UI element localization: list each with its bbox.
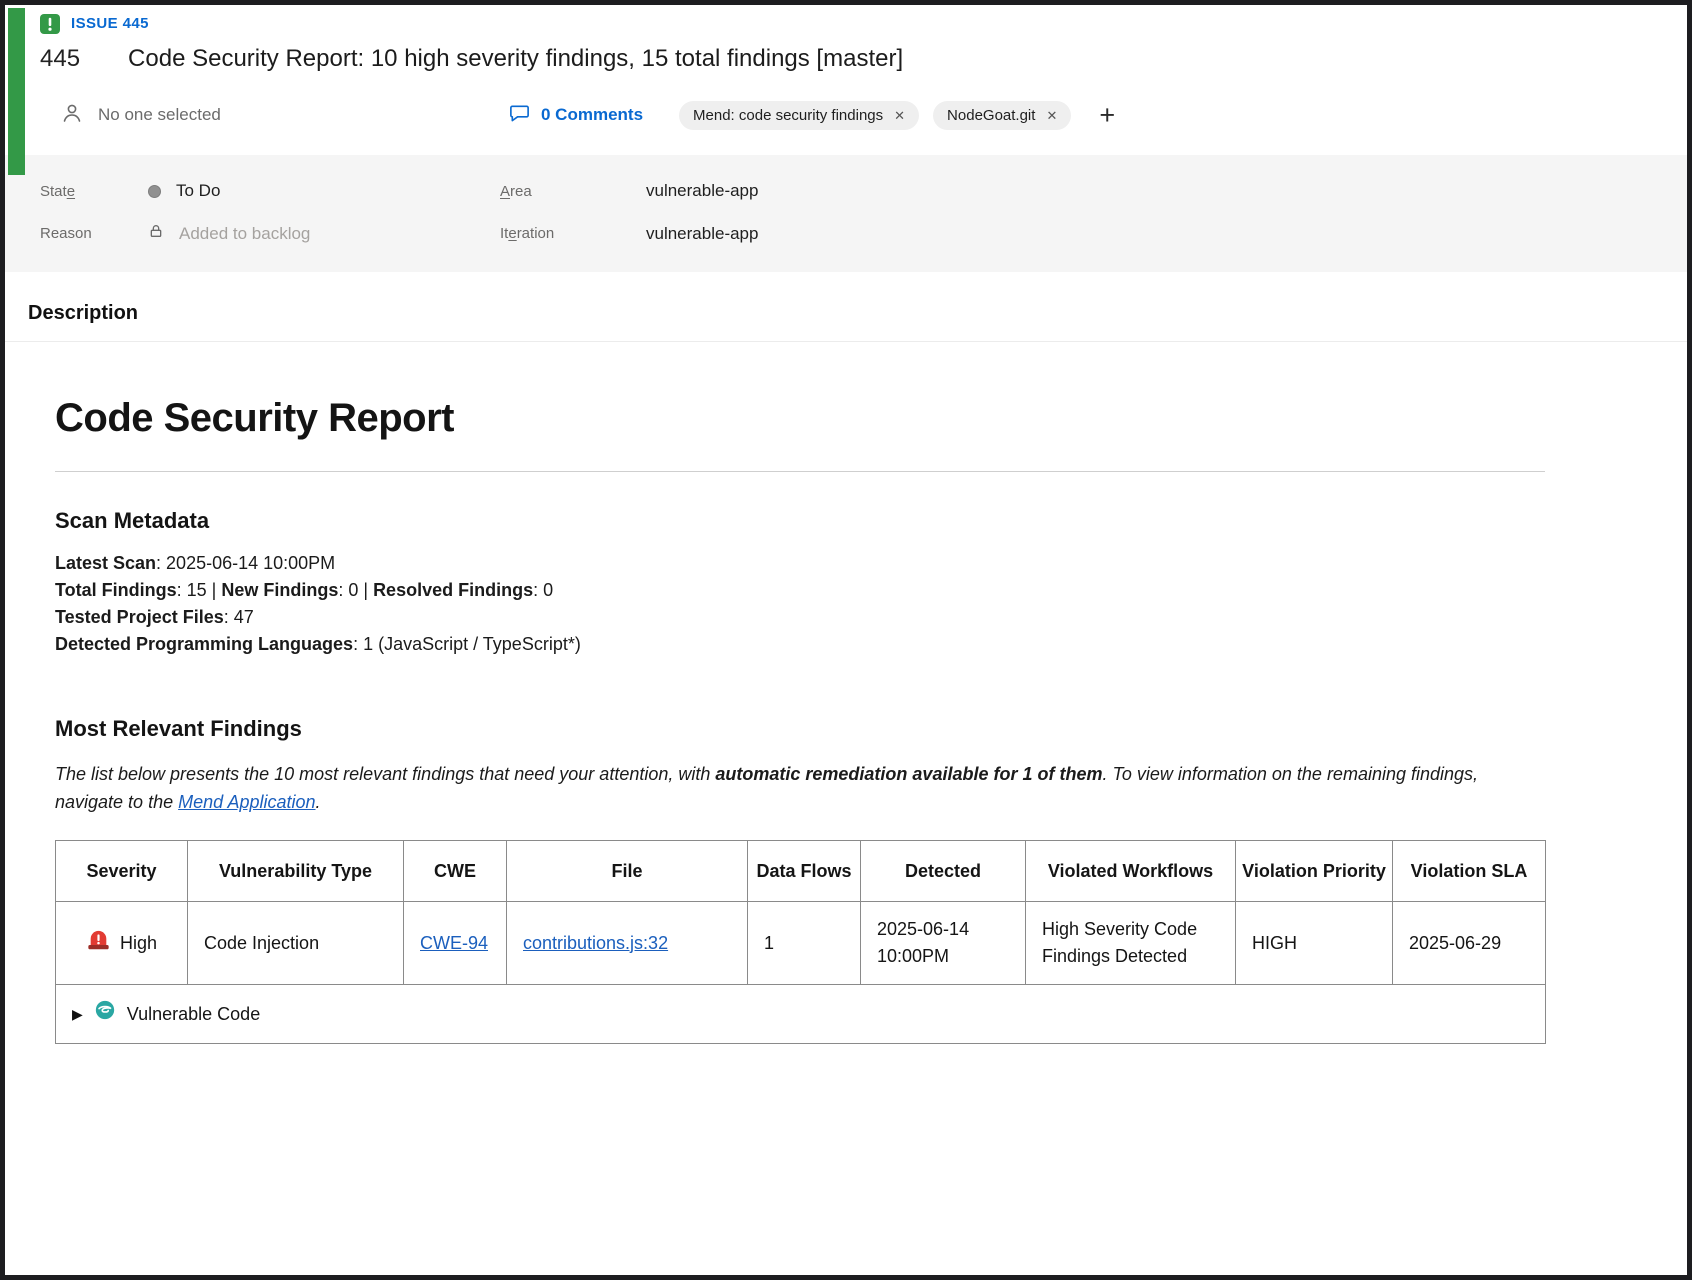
state-dot-icon <box>148 185 161 198</box>
tag-remove-icon[interactable]: ✕ <box>1046 109 1057 122</box>
assignee-placeholder: No one selected <box>98 105 221 125</box>
work-item-id: 445 <box>40 45 80 73</box>
tag-label: Mend: code security findings <box>693 107 883 124</box>
vulnerable-code-expander[interactable]: ▶ Vulnerable Code <box>72 999 1529 1029</box>
col-header-detected: Detected <box>861 841 1026 902</box>
area-field-value[interactable]: vulnerable-app <box>646 181 1687 201</box>
reason-field-value: Added to backlog <box>148 223 500 244</box>
area-field-label: Area <box>500 183 646 200</box>
severity-cell: High <box>56 902 188 985</box>
col-header-severity: Severity <box>56 841 188 902</box>
most-relevant-findings-heading: Most Relevant Findings <box>55 716 1550 742</box>
description-heading: Description <box>5 272 1687 342</box>
issue-type-icon <box>40 14 60 34</box>
iteration-field-value[interactable]: vulnerable-app <box>646 224 1687 244</box>
scan-metadata-text: Latest Scan: 2025-06-14 10:00PM Total Fi… <box>55 550 1545 658</box>
tag-pill[interactable]: NodeGoat.git ✕ <box>933 101 1071 130</box>
violated-workflows-cell: High Severity Code Findings Detected <box>1026 902 1236 985</box>
meta-row: No one selected 0 Comments Mend: code se… <box>40 97 1687 133</box>
tag-pill[interactable]: Mend: code security findings ✕ <box>679 101 919 130</box>
siren-icon <box>86 927 111 960</box>
cwe-link[interactable]: CWE-94 <box>420 933 488 953</box>
expander-row: ▶ Vulnerable Code <box>56 985 1546 1044</box>
col-header-data-flows: Data Flows <box>748 841 861 902</box>
fields-strip: State To Do Area vulnerable-app Reason A… <box>5 155 1687 272</box>
cwe-cell: CWE-94 <box>404 902 507 985</box>
table-header-row: Severity Vulnerability Type CWE File Dat… <box>56 841 1546 902</box>
vulnerability-type-cell: Code Injection <box>188 902 404 985</box>
col-header-violation-sla: Violation SLA <box>1393 841 1546 902</box>
comment-icon <box>508 101 531 129</box>
comments-label: 0 Comments <box>541 105 643 125</box>
add-tag-button[interactable]: + <box>1093 102 1121 129</box>
tag-label: NodeGoat.git <box>947 107 1035 124</box>
findings-intro-text: The list below presents the 10 most rele… <box>55 760 1545 816</box>
work-item-type-row: ISSUE 445 <box>40 5 1687 29</box>
state-field-label: State <box>40 183 148 200</box>
title-row: 445 Code Security Report: 10 high severi… <box>40 45 1687 73</box>
col-header-cwe: CWE <box>404 841 507 902</box>
report-title: Code Security Report <box>55 396 1550 441</box>
file-cell: contributions.js:32 <box>507 902 748 985</box>
description-body: Code Security Report Scan Metadata Lates… <box>5 396 1550 1044</box>
tag-list: Mend: code security findings ✕ NodeGoat.… <box>679 101 1121 130</box>
chevron-right-icon: ▶ <box>72 1001 83 1028</box>
violation-sla-cell: 2025-06-29 <box>1393 902 1546 985</box>
data-flows-cell: 1 <box>748 902 861 985</box>
violation-priority-cell: HIGH <box>1236 902 1393 985</box>
assignee-picker[interactable]: No one selected <box>60 101 450 130</box>
tag-remove-icon[interactable]: ✕ <box>894 109 905 122</box>
comments-button[interactable]: 0 Comments <box>508 101 643 129</box>
col-header-file: File <box>507 841 748 902</box>
work-item-window: ISSUE 445 445 Code Security Report: 10 h… <box>0 0 1692 1280</box>
vulnerable-code-expander-cell: ▶ Vulnerable Code <box>56 985 1546 1044</box>
reason-field-label: Reason <box>40 225 148 242</box>
issue-type-stripe <box>8 8 25 175</box>
mend-application-link[interactable]: Mend Application <box>178 792 315 812</box>
col-header-vulnerability-type: Vulnerability Type <box>188 841 404 902</box>
file-link[interactable]: contributions.js:32 <box>523 933 668 953</box>
divider <box>55 471 1545 472</box>
lock-icon <box>148 223 164 244</box>
table-row: High Code Injection CWE-94 contributions… <box>56 902 1546 985</box>
work-item-title[interactable]: Code Security Report: 10 high severity f… <box>128 45 903 73</box>
work-item-header: ISSUE 445 445 Code Security Report: 10 h… <box>5 5 1687 133</box>
col-header-violated-workflows: Violated Workflows <box>1026 841 1236 902</box>
vulnerable-code-label: Vulnerable Code <box>127 1001 260 1028</box>
col-header-violation-priority: Violation Priority <box>1236 841 1393 902</box>
issue-type-label[interactable]: ISSUE 445 <box>71 15 149 32</box>
person-icon <box>60 101 84 130</box>
description-section: Description Code Security Report Scan Me… <box>5 272 1687 1044</box>
detected-cell: 2025-06-14 10:00PM <box>861 902 1026 985</box>
scan-metadata-heading: Scan Metadata <box>55 508 1550 534</box>
findings-table: Severity Vulnerability Type CWE File Dat… <box>55 840 1546 1044</box>
iteration-field-label: Iteration <box>500 225 646 242</box>
state-field-value[interactable]: To Do <box>148 181 500 201</box>
vulnerable-code-icon <box>94 999 116 1029</box>
